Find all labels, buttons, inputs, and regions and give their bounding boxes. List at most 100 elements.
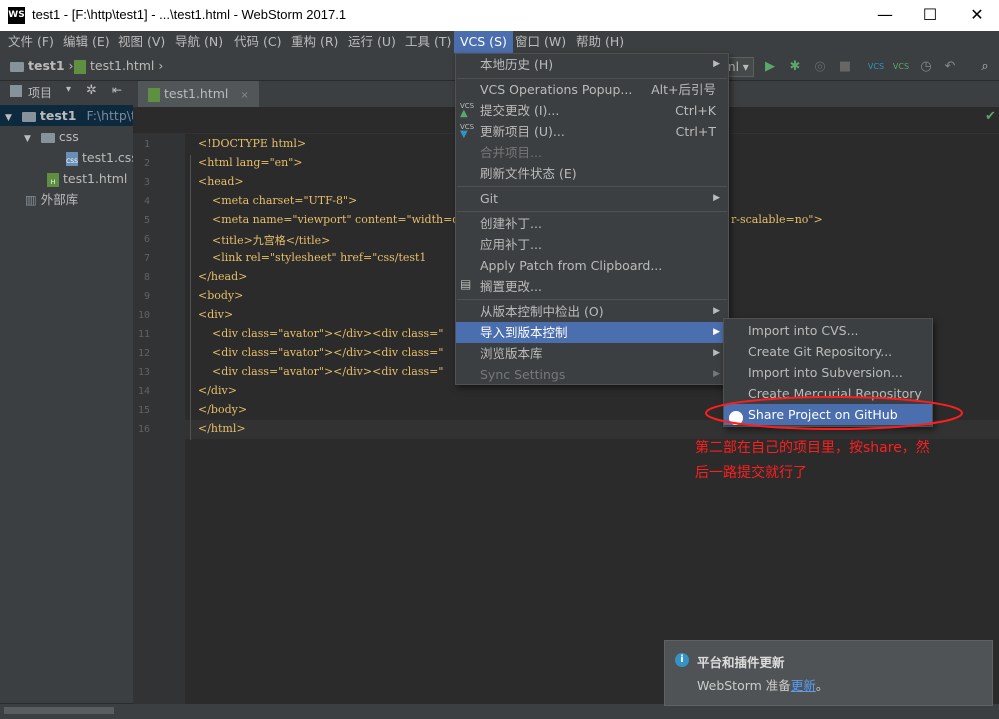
tree-item-css-folder[interactable]: ▼ css xyxy=(0,126,79,147)
vcs-commit-icon: VCS ▲ xyxy=(460,102,475,119)
menu-window[interactable]: 窗口 (W) xyxy=(509,31,572,53)
stop-icon[interactable]: ■ xyxy=(835,57,855,77)
coverage-icon[interactable]: ◎ xyxy=(810,57,830,77)
line-number: 6 xyxy=(143,234,150,245)
vcs-menu-browse-repo[interactable]: 浏览版本库 ▶ xyxy=(456,343,728,364)
vcs-menu-import-into-vc[interactable]: 导入到版本控制 ▶ xyxy=(456,322,728,343)
vcs-menu-apply-patch-clipboard[interactable]: Apply Patch from Clipboard... xyxy=(456,255,728,276)
vcs-menu-shelve[interactable]: ▤ 搁置更改... xyxy=(456,276,728,297)
line-number: 10 xyxy=(137,310,150,321)
breadcrumb-project-label: test1 xyxy=(28,58,65,73)
line-number: 2 xyxy=(143,158,150,169)
line-number: 7 xyxy=(143,253,150,264)
code-line: </div> xyxy=(198,384,237,397)
line-number: 14 xyxy=(137,386,150,397)
breadcrumb-project[interactable]: test1 › xyxy=(10,58,74,73)
webstorm-app-icon: WS xyxy=(8,7,25,24)
history-icon[interactable]: ◷ xyxy=(916,57,936,77)
notification-body-suffix: 。 xyxy=(815,678,829,693)
line-number: 13 xyxy=(137,367,150,378)
vcs-menu-commit[interactable]: VCS ▲ 提交更改 (I)... Ctrl+K xyxy=(456,100,728,121)
menu-navigate[interactable]: 导航 (N) xyxy=(169,31,229,53)
tree-item-css-file[interactable]: CSS test1.css xyxy=(0,147,138,168)
import-into-subversion[interactable]: Import into Subversion... xyxy=(724,362,932,383)
menu-refactor[interactable]: 重构 (R) xyxy=(285,31,344,53)
project-panel-title[interactable]: 项目 xyxy=(28,84,52,101)
annotation-ellipse xyxy=(705,396,963,430)
html-file-label: test1.html xyxy=(63,171,128,186)
vcs-menu-update-project[interactable]: VCS ▼ 更新项目 (U)... Ctrl+T xyxy=(456,121,728,142)
code-line: <body> xyxy=(198,289,244,302)
menu-run[interactable]: 运行 (U) xyxy=(342,31,402,53)
menu-help[interactable]: 帮助 (H) xyxy=(570,31,630,53)
notification-update-link[interactable]: 更新 xyxy=(791,678,816,693)
line-number: 8 xyxy=(143,272,150,283)
debug-icon[interactable]: ✱ xyxy=(785,57,805,77)
menu-bar: 文件 (F) 编辑 (E) 视图 (V) 导航 (N) 代码 (C) 重构 (R… xyxy=(0,31,999,53)
breadcrumb-file[interactable]: test1.html › xyxy=(74,58,163,74)
import-into-cvs[interactable]: Import into CVS... xyxy=(724,320,932,341)
code-line: <title>九宫格</title> xyxy=(198,234,331,247)
close-tab-icon[interactable]: × xyxy=(240,90,248,101)
line-number: 12 xyxy=(137,348,150,359)
project-view-icon xyxy=(10,85,22,97)
run-icon[interactable]: ▶ xyxy=(760,57,780,77)
menu-separator xyxy=(457,211,727,212)
vcs-menu-refresh-status[interactable]: 刷新文件状态 (E) xyxy=(456,163,728,184)
vcs-menu-apply-patch[interactable]: 应用补丁... xyxy=(456,234,728,255)
tree-item-html-file[interactable]: Htest1.html xyxy=(0,168,127,189)
code-line: <link rel="stylesheet" href="css/test1 xyxy=(198,251,427,264)
code-line: </head> xyxy=(198,270,248,283)
notification-title: 平台和插件更新 xyxy=(697,655,785,670)
folder-icon xyxy=(10,61,24,72)
tree-item-external-libs[interactable]: ▥ 外部库 xyxy=(0,189,78,210)
breadcrumb-file-label: test1.html xyxy=(90,58,155,73)
vcs-menu-checkout[interactable]: 从版本控制中检出 (O) ▶ xyxy=(456,301,728,322)
notification-body: WebStorm 准备更新。 xyxy=(697,675,828,694)
chevron-down-icon[interactable]: ▾ xyxy=(66,84,71,95)
menu-tools[interactable]: 工具 (T) xyxy=(399,31,457,53)
library-icon: ▥ xyxy=(25,192,37,207)
menu-vcs[interactable]: VCS (S) xyxy=(454,31,513,53)
maximize-button[interactable]: ☐ xyxy=(915,4,945,26)
code-line: <div class="avator"></div><div class=" xyxy=(198,327,444,340)
menu-edit[interactable]: 编辑 (E) xyxy=(57,31,116,53)
minimize-button[interactable]: — xyxy=(870,4,900,26)
vcs-menu-operations-popup[interactable]: VCS Operations Popup... Alt+后引号 xyxy=(456,79,728,100)
folder-icon xyxy=(21,111,36,122)
search-icon[interactable]: ⌕ xyxy=(975,57,995,77)
tree-item-root[interactable]: ▼ test1 F:\http\te xyxy=(0,105,144,126)
tab-test1-html[interactable]: test1.html × xyxy=(138,81,259,107)
info-icon: i xyxy=(675,653,689,667)
code-line: </body> xyxy=(198,403,248,416)
check-icon: ✔ xyxy=(985,109,996,124)
menu-view[interactable]: 视图 (V) xyxy=(112,31,171,53)
vcs-menu-local-history[interactable]: 本地历史 (H) ▶ xyxy=(456,54,728,75)
revert-icon[interactable]: ↶ xyxy=(940,57,960,77)
project-panel-header: 项目 ▾ ✲ ⇤ xyxy=(0,81,133,103)
code-line: <div class="avator"></div><div class=" xyxy=(198,346,444,359)
vcs-menu-create-patch[interactable]: 创建补丁... xyxy=(456,213,728,234)
create-git-repository[interactable]: Create Git Repository... xyxy=(724,341,932,362)
horizontal-scrollbar[interactable] xyxy=(4,707,114,714)
code-line: <div class="avator"></div><div class=" xyxy=(198,365,444,378)
code-line: <meta name="viewport" content="width=de xyxy=(198,213,466,226)
expand-arrow-icon: ▼ xyxy=(5,113,12,123)
menu-file[interactable]: 文件 (F) xyxy=(2,31,60,53)
menu-separator xyxy=(457,299,727,300)
menu-code[interactable]: 代码 (C) xyxy=(228,31,287,53)
vcs-commit-icon[interactable]: VCS xyxy=(891,57,911,77)
line-number: 4 xyxy=(143,196,150,207)
code-line: </html> xyxy=(198,422,246,435)
title-bar: WS test1 - [F:\http\test1] - ...\test1.h… xyxy=(0,0,999,31)
update-notification[interactable]: i 平台和插件更新 WebStorm 准备更新。 xyxy=(664,640,993,706)
vcs-update-icon[interactable]: VCS xyxy=(866,57,886,77)
gear-icon[interactable]: ✲ xyxy=(86,83,97,98)
close-button[interactable]: ✕ xyxy=(962,4,992,26)
html-file-icon: H xyxy=(47,172,59,187)
line-number: 5 xyxy=(143,215,150,226)
vcs-menu-git[interactable]: Git ▶ xyxy=(456,188,728,209)
line-number: 3 xyxy=(143,177,150,188)
line-number: 11 xyxy=(137,329,150,340)
collapse-icon[interactable]: ⇤ xyxy=(112,83,122,97)
